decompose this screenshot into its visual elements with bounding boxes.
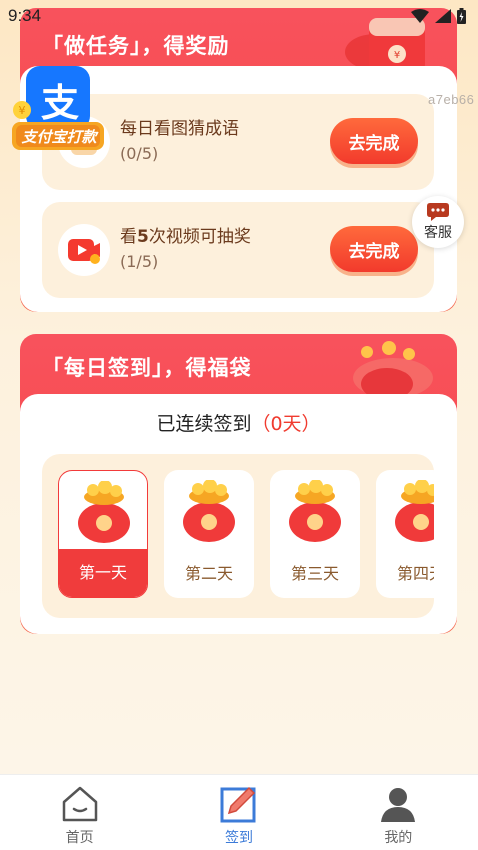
customer-service-label: 客服 <box>424 224 452 241</box>
watermark: a7eb66 <box>428 92 475 107</box>
alipay-logo-char: 支 <box>41 81 80 125</box>
nav-sign-in[interactable]: 签到 <box>159 775 318 850</box>
lucky-bag-icon <box>289 480 341 542</box>
sign-section-title: 「每日签到」，得福袋 <box>42 356 252 380</box>
sign-panel: 已连续签到（0天） 第一天 第二天 第三天 第四 <box>20 394 457 634</box>
streak-count: （0天） <box>251 413 321 435</box>
user-icon <box>381 788 416 822</box>
alipay-payout-badge[interactable]: ¥ 支 支付宝打款 <box>12 66 106 156</box>
day-card-3[interactable]: 第三天 <box>270 470 360 598</box>
day-label: 第一天 <box>78 563 127 582</box>
task-progress: (0/5) <box>120 144 159 163</box>
svg-text:¥: ¥ <box>394 50 400 61</box>
day-card-4[interactable]: 第四天 <box>376 470 434 598</box>
nav-label: 首页 <box>65 830 94 846</box>
lucky-bag-icon <box>78 481 130 543</box>
wifi-icon <box>411 9 429 23</box>
nav-label: 我的 <box>384 830 413 846</box>
task-progress: (1/5) <box>120 252 159 271</box>
lucky-bag-icon <box>395 480 434 542</box>
day-strip[interactable]: 第一天 第二天 第三天 第四 <box>42 454 434 618</box>
nav-profile[interactable]: 我的 <box>319 775 478 850</box>
task-section-title: 「做任务」，得奖励 <box>42 34 230 58</box>
video-play-icon <box>58 224 110 276</box>
sign-in-icon <box>220 786 256 823</box>
task-name: 每日看图猜成语 <box>120 119 239 139</box>
bottom-nav: 首页 签到 我的 <box>0 774 478 850</box>
go-complete-button[interactable]: 去完成 <box>330 226 418 272</box>
home-icon <box>62 786 97 822</box>
task-item-video: 看5次视频可抽奖 (1/5) 去完成 <box>42 202 434 298</box>
day-label: 第三天 <box>290 564 339 583</box>
svg-text:¥: ¥ <box>19 104 26 117</box>
lucky-bag-decoration-icon <box>353 341 433 398</box>
signal-icon <box>435 9 451 23</box>
task-name: 看5次视频可抽奖 <box>120 227 251 247</box>
alipay-label: 支付宝打款 <box>21 128 97 146</box>
customer-service-button[interactable]: 客服 <box>412 196 464 248</box>
nav-label: 签到 <box>224 830 253 846</box>
sign-section: 「每日签到」，得福袋 已连续签到（0天） 第一天 第二天 第三天 第四 <box>20 334 457 634</box>
sign-streak-text: 已连续签到（0天） <box>156 413 321 435</box>
go-complete-button[interactable]: 去完成 <box>330 118 418 164</box>
day-card-1[interactable]: 第一天 <box>58 470 148 598</box>
task-section: ¥ 「做任务」，得奖励 每日看图猜成语 (0/5) 去完成 看5次视频可抽奖 (… <box>20 8 457 312</box>
status-bar: 9:34 <box>0 0 478 32</box>
day-label: 第四天 <box>396 564 434 583</box>
day-card-2[interactable]: 第二天 <box>164 470 254 598</box>
status-icons <box>411 8 466 24</box>
battery-icon <box>457 8 466 24</box>
chat-bubble-icon <box>427 202 449 221</box>
nav-home[interactable]: 首页 <box>0 775 159 850</box>
lucky-bag-icon <box>183 480 235 542</box>
day-label: 第二天 <box>184 564 233 583</box>
status-time: 9:34 <box>8 6 42 25</box>
